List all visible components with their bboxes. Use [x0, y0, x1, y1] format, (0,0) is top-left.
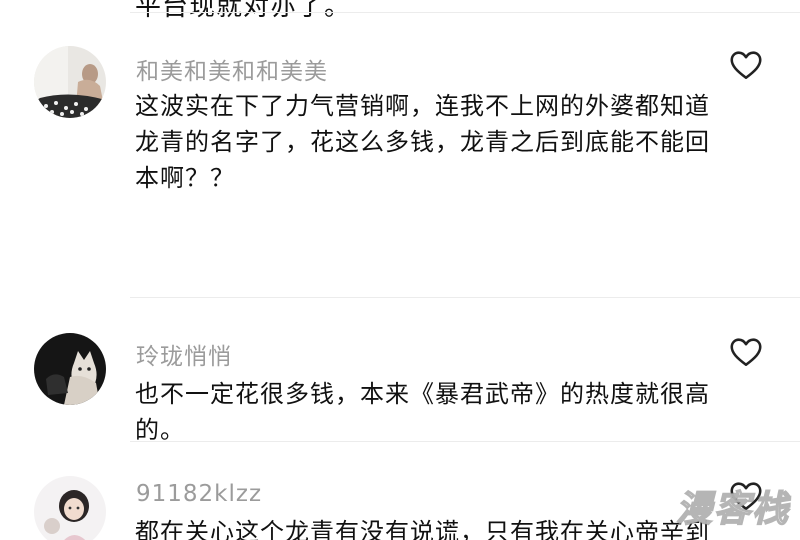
comment-text: 都在关心这个龙青有没有说谎，只有我在关心帝辛到 [135, 518, 710, 540]
heart-outline-icon[interactable] [728, 334, 764, 370]
comment-author[interactable]: 91182klzz [136, 481, 262, 507]
divider [130, 297, 800, 298]
user-avatar-photo-cat [34, 333, 106, 405]
divider [130, 441, 800, 442]
comment-author[interactable]: 和美和美和和美美 [136, 52, 328, 86]
user-avatar-photo-girl [34, 476, 106, 540]
user-avatar-photo-woman [34, 46, 106, 118]
watermark-logo: 漫客栈 [675, 488, 790, 531]
comment-author[interactable]: 玲珑悄悄 [136, 337, 232, 371]
comment-text: 这波实在下了力气营销啊，连我不上网的外婆都知道龙青的名字了，花这么多钱，龙青之后… [135, 92, 710, 192]
comment-list-screen: 平台现就对亦了。 和美和美和和美美 这波实在下了力气营销啊，连我不上网的外婆都知 [0, 0, 800, 540]
comment-text: 也不一定花很多钱，本来《暴君武帝》的热度就很高的。 [135, 380, 710, 444]
heart-outline-icon[interactable] [728, 47, 764, 83]
divider [130, 12, 800, 13]
avatar[interactable] [34, 476, 106, 540]
avatar[interactable] [34, 333, 106, 405]
avatar[interactable] [34, 46, 106, 118]
